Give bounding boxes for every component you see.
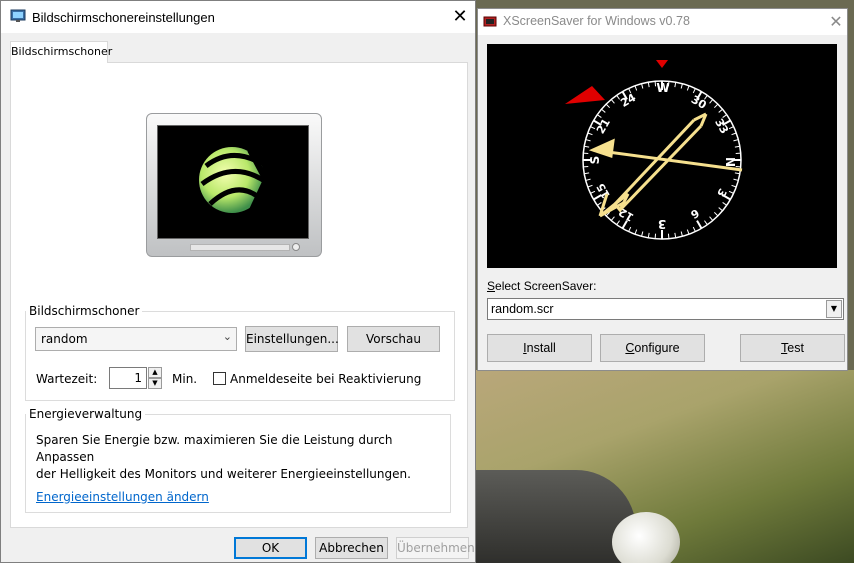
compass-label-6: 6 (688, 206, 701, 221)
power-description-line-2: der Helligkeit des Monitors und weiterer… (36, 467, 411, 481)
compass-tick (610, 216, 615, 221)
preview-button[interactable]: Vorschau (347, 326, 440, 352)
select-screensaver-label: Select ScreenSaver: (487, 279, 596, 293)
monitor-preview (146, 113, 322, 257)
compass-label-33: 33 (712, 116, 731, 136)
wait-time-spinner: ▲ ▼ (148, 367, 162, 389)
preview-screen (157, 125, 309, 239)
compass-label-30: 30 (689, 93, 709, 112)
compass-tick (597, 202, 602, 206)
screensaver-group-legend: Bildschirmschoner (29, 304, 140, 318)
title-bar[interactable]: Bildschirmschonereinstellungen ✕ (1, 1, 475, 33)
select-label-rest: elect ScreenSaver: (495, 279, 597, 293)
xscreensaver-window: XScreenSaver for Windows v0.78 ✕ W 30 33… (477, 8, 848, 371)
chevron-down-icon[interactable]: ▼ (826, 300, 842, 318)
ok-button[interactable]: OK (234, 537, 307, 559)
screensaver-settings-window: Bildschirmschonereinstellungen ✕ Bildsch… (0, 0, 476, 563)
wait-time-label: Wartezeit: (36, 372, 98, 386)
resume-login-label[interactable]: Anmeldeseite bei Reaktivierung (230, 372, 421, 386)
compass-label-w: W (656, 81, 669, 95)
compass-tick (733, 178, 739, 181)
select-label-mnemonic: S (487, 279, 496, 293)
configure-label: onfigure (634, 341, 680, 355)
compass-label-n: N (723, 157, 737, 167)
close-icon[interactable]: ✕ (447, 5, 473, 29)
power-settings-link[interactable]: Energieeinstellungen ändern (36, 490, 209, 504)
install-button[interactable]: Install (487, 334, 592, 362)
compass-top-marker (656, 60, 668, 68)
xscreensaver-title-bar[interactable]: XScreenSaver for Windows v0.78 ✕ (478, 9, 847, 35)
close-icon[interactable]: ✕ (826, 11, 846, 33)
compass-tick (634, 85, 638, 91)
compass-label-s: S (588, 156, 602, 165)
wallpaper-bird (612, 512, 680, 563)
compass-tick (722, 202, 727, 206)
test-button[interactable]: Test (740, 334, 845, 362)
xscreensaver-icon (483, 16, 497, 27)
compass-tick (709, 216, 714, 221)
compass-tick (696, 220, 703, 229)
compass-red-pointer (565, 86, 605, 104)
screensaver-group: Bildschirmschoner (25, 304, 455, 401)
window-title: Bildschirmschonereinstellungen (32, 10, 215, 25)
spin-down-icon[interactable]: ▼ (148, 378, 162, 389)
cancel-button[interactable]: Abbrechen (315, 537, 388, 559)
configure-button[interactable]: Configure (600, 334, 705, 362)
compass-graphic: W 30 33 N 3 6 3 12 15 S 21 24 (565, 60, 743, 240)
preview-sphere-graphic (199, 147, 270, 213)
compass-label-21: 21 (594, 116, 613, 136)
screensaver-icon (10, 9, 26, 22)
settings-button[interactable]: Einstellungen... (245, 326, 339, 352)
resume-login-checkbox[interactable] (213, 372, 226, 385)
screensaver-preview: W 30 33 N 3 6 3 12 15 S 21 24 (487, 44, 837, 268)
compass-tick (709, 99, 714, 104)
minutes-label: Min. (172, 372, 198, 386)
compass-tick (733, 139, 739, 142)
compass-label-3: 3 (714, 186, 729, 199)
power-description-line-1: Sparen Sie Energie bzw. maximieren Sie d… (36, 433, 393, 464)
xscreensaver-select-value: random.scr (491, 302, 554, 316)
xscreensaver-title: XScreenSaver for Windows v0.78 (503, 14, 690, 28)
compass-label-24: 24 (618, 91, 638, 110)
screensaver-select-value: random (41, 332, 88, 346)
install-label: nstall (526, 341, 556, 355)
compass-tick (610, 99, 615, 104)
power-description: Sparen Sie Energie bzw. maximieren Sie d… (36, 432, 436, 483)
monitor-chin (190, 244, 290, 251)
compass-tick (686, 229, 690, 235)
tab-screensaver[interactable]: Bildschirmschoner (10, 41, 112, 63)
power-group-legend: Energieverwaltung (29, 407, 143, 421)
monitor-power-led (292, 243, 300, 251)
screensaver-select[interactable]: random ⌄ (35, 327, 237, 351)
wait-time-input[interactable]: 1 (109, 367, 147, 389)
spin-up-icon[interactable]: ▲ (148, 367, 162, 378)
compass-label-s3: 3 (658, 217, 666, 231)
apply-button[interactable]: Übernehmen (396, 537, 475, 559)
xscreensaver-select[interactable]: random.scr ▼ (487, 298, 844, 320)
test-label: est (787, 341, 804, 355)
chevron-down-icon: ⌄ (222, 330, 232, 343)
compass-tick (686, 85, 690, 91)
compass-tick (634, 229, 638, 235)
